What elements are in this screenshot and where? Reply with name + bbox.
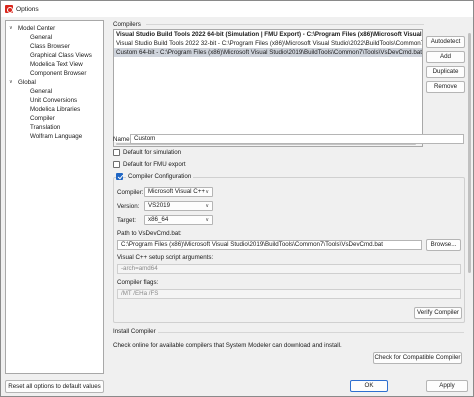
tree-item-global[interactable]: Global — [18, 78, 36, 87]
default-fmu-label: Default for FMU export — [123, 161, 186, 168]
tree-item-global-general[interactable]: General — [30, 87, 52, 96]
tree-item-class-browser[interactable]: Class Browser — [30, 42, 70, 51]
compiler-configuration-label: Compiler Configuration — [126, 173, 194, 180]
tree-item-component-browser[interactable]: Component Browser — [30, 69, 86, 78]
compiler-configuration-checkbox[interactable] — [116, 173, 123, 180]
list-item[interactable]: Visual Studio Build Tools 2022 64-bit (S… — [114, 30, 422, 39]
default-fmu-checkbox[interactable] — [113, 161, 120, 168]
tree-item-translation[interactable]: Translation — [30, 123, 60, 132]
target-select-value: x86_64 — [148, 216, 169, 223]
compilers-list[interactable]: Visual Studio Build Tools 2022 64-bit (S… — [113, 29, 423, 147]
target-label: Target: — [117, 217, 136, 224]
vertical-scrollbar[interactable] — [467, 31, 472, 376]
compiler-label: Compiler: — [117, 189, 144, 196]
remove-button[interactable]: Remove — [426, 81, 465, 93]
path-field[interactable]: C:\Program Files (x86)\Microsoft Visual … — [117, 240, 422, 250]
default-simulation-checkbox[interactable] — [113, 149, 120, 156]
default-simulation-label: Default for simulation — [123, 149, 182, 156]
compiler-flags-field[interactable]: /MT /EHa /FS — [117, 289, 461, 299]
chevron-down-icon[interactable]: ∨ — [9, 24, 15, 33]
path-label: Path to VsDevCmd.bat: — [117, 230, 182, 237]
install-compiler-description: Check online for available compilers tha… — [113, 342, 342, 349]
version-select-value: VS2019 — [148, 202, 171, 209]
compiler-flags-label: Compiler flags: — [117, 279, 159, 286]
options-tree: ∨ Model Center General Class Browser Gra… — [5, 20, 104, 374]
tree-item-modelica-text-view[interactable]: Modelica Text View — [30, 60, 83, 69]
verify-compiler-button[interactable]: Verify Compiler — [414, 307, 462, 319]
add-button[interactable]: Add — [426, 51, 465, 63]
compiler-settings-panel: Compilers Visual Studio Build Tools 2022… — [108, 17, 471, 376]
chevron-down-icon: ∨ — [205, 203, 209, 209]
app-icon — [5, 5, 13, 13]
tree-item-graphical-class-views[interactable]: Graphical Class Views — [30, 51, 92, 60]
compiler-select[interactable]: Microsoft Visual C++ ∨ — [144, 187, 213, 197]
setup-args-label: Visual C++ setup script arguments: — [117, 254, 214, 261]
chevron-down-icon[interactable]: ∨ — [9, 78, 15, 87]
section-divider — [146, 24, 424, 25]
apply-button[interactable]: Apply — [426, 380, 468, 392]
scrollbar-thumb[interactable] — [468, 33, 471, 273]
setup-args-field[interactable]: -arch=amd64 — [117, 264, 461, 274]
install-compiler-title: Install Compiler — [113, 328, 156, 335]
chevron-down-icon: ∨ — [205, 217, 209, 223]
options-window: Options ∨ Model Center General Class Bro… — [0, 0, 474, 397]
list-item-selected[interactable]: Custom 64-bit - C:\Program Files (x86)\M… — [114, 48, 422, 57]
autodetect-button[interactable]: Autodetect — [426, 36, 465, 48]
chevron-down-icon: ∨ — [205, 189, 209, 195]
compiler-configuration-group — [113, 177, 465, 323]
compiler-select-value: Microsoft Visual C++ — [148, 188, 205, 195]
version-label: Version: — [117, 203, 140, 210]
compilers-section-label: Compilers — [113, 21, 141, 28]
name-field[interactable]: Custom — [130, 134, 464, 144]
window-title: Options — [16, 5, 39, 13]
tree-item-model-center[interactable]: Model Center — [18, 24, 55, 33]
tree-item-general[interactable]: General — [30, 33, 52, 42]
version-select[interactable]: VS2019 ∨ — [144, 201, 213, 211]
reset-defaults-button[interactable]: Reset all options to default values — [5, 380, 104, 393]
tree-item-modelica-libraries[interactable]: Modelica Libraries — [30, 105, 80, 114]
title-bar: Options — [1, 1, 473, 17]
tree-item-unit-conversions[interactable]: Unit Conversions — [30, 96, 77, 105]
duplicate-button[interactable]: Duplicate — [426, 66, 465, 78]
ok-button[interactable]: OK — [350, 380, 388, 392]
section-divider — [158, 332, 464, 333]
tree-item-compiler[interactable]: Compiler — [30, 114, 55, 123]
check-compatible-compiler-button[interactable]: Check for Compatible Compiler — [373, 352, 462, 364]
browse-button[interactable]: Browse... — [426, 239, 461, 251]
tree-item-wolfram-language[interactable]: Wolfram Language — [30, 132, 82, 141]
target-select[interactable]: x86_64 ∨ — [144, 215, 213, 225]
name-label: Name: — [113, 136, 132, 143]
list-item[interactable]: Visual Studio Build Tools 2022 32-bit - … — [114, 39, 422, 48]
